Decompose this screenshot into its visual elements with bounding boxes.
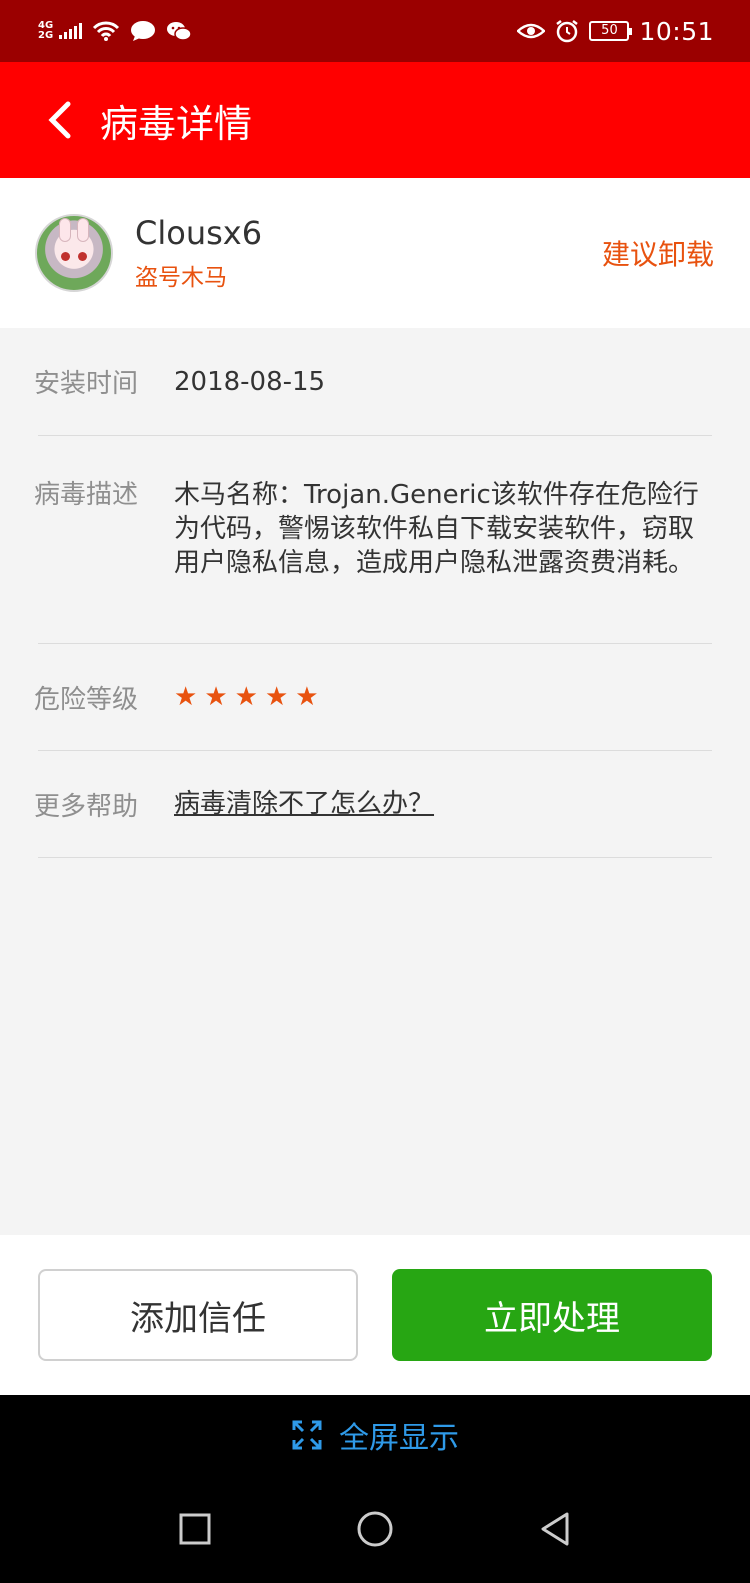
eye-icon (517, 21, 546, 41)
star-icon: ★ (204, 682, 228, 712)
page-title: 病毒详情 (100, 101, 253, 146)
danger-level-label: 危险等级 (34, 684, 139, 715)
screen: 4G 2G 50 10:51 病毒详情 Clousx6 盗号木马 建议卸载 安装… (0, 0, 750, 1583)
details-list: 安装时间 2018-08-15 病毒描述 木马名称：Trojan.Generic… (0, 328, 750, 858)
chevron-left-icon (48, 101, 71, 139)
help-link[interactable]: 病毒清除不了怎么办？ (174, 787, 434, 821)
handle-now-button[interactable]: 立即处理 (392, 1269, 712, 1361)
star-icon: ★ (174, 682, 198, 712)
network-type: 4G 2G (38, 21, 53, 41)
circle-icon (357, 1511, 393, 1547)
danger-level-row: 危险等级 ★ ★ ★ ★ ★ (34, 644, 712, 751)
back-nav-button[interactable] (531, 1505, 579, 1553)
add-trust-button[interactable]: 添加信任 (38, 1269, 358, 1361)
help-row: 更多帮助 病毒清除不了怎么办？ (34, 751, 712, 858)
wechat-icon (166, 20, 192, 42)
square-icon (179, 1513, 211, 1545)
description-value: 木马名称：Trojan.Generic该软件存在危险行为代码，警惕该软件私自下载… (174, 480, 699, 578)
description-label: 病毒描述 (34, 480, 139, 510)
app-bar: 病毒详情 (0, 62, 750, 178)
threat-type: 盗号木马 (135, 265, 227, 291)
expand-icon (291, 1419, 323, 1451)
alarm-icon (555, 19, 579, 43)
network-type-2: 2G (38, 30, 54, 41)
status-right: 50 10:51 (517, 17, 714, 46)
fullscreen-toggle[interactable]: 全屏显示 (0, 1395, 750, 1475)
star-icon: ★ (295, 682, 319, 712)
status-bar: 4G 2G 50 10:51 (0, 0, 750, 62)
danger-stars: ★ ★ ★ ★ ★ (174, 682, 319, 712)
signal-icon (59, 23, 83, 39)
install-time-value: 2018-08-15 (174, 366, 326, 397)
install-time-row: 安装时间 2018-08-15 (34, 328, 712, 436)
home-button[interactable] (351, 1505, 399, 1553)
app-header: Clousx6 盗号木马 建议卸载 (0, 178, 750, 328)
wifi-icon (92, 20, 120, 42)
star-icon: ★ (264, 682, 289, 712)
clock: 10:51 (639, 16, 714, 46)
back-button[interactable] (30, 90, 90, 150)
action-bar: 添加信任 立即处理 (0, 1235, 750, 1395)
recents-button[interactable] (171, 1505, 219, 1553)
fullscreen-label: 全屏显示 (339, 1421, 459, 1456)
app-info: Clousx6 盗号木马 (135, 214, 262, 292)
help-label: 更多帮助 (34, 791, 139, 822)
battery-icon: 50 (589, 21, 633, 41)
app-icon (35, 214, 113, 292)
app-name: Clousx6 (135, 214, 263, 252)
description-row: 病毒描述 木马名称：Trojan.Generic该软件存在危险行为代码，警惕该软… (34, 436, 712, 644)
status-left: 4G 2G (38, 20, 192, 42)
suggest-uninstall-label[interactable]: 建议卸载 (602, 233, 714, 273)
message-icon (130, 20, 156, 42)
install-time-label: 安装时间 (34, 369, 139, 399)
triangle-left-icon (541, 1512, 569, 1546)
star-icon: ★ (234, 682, 258, 712)
navigation-bar (0, 1475, 750, 1583)
